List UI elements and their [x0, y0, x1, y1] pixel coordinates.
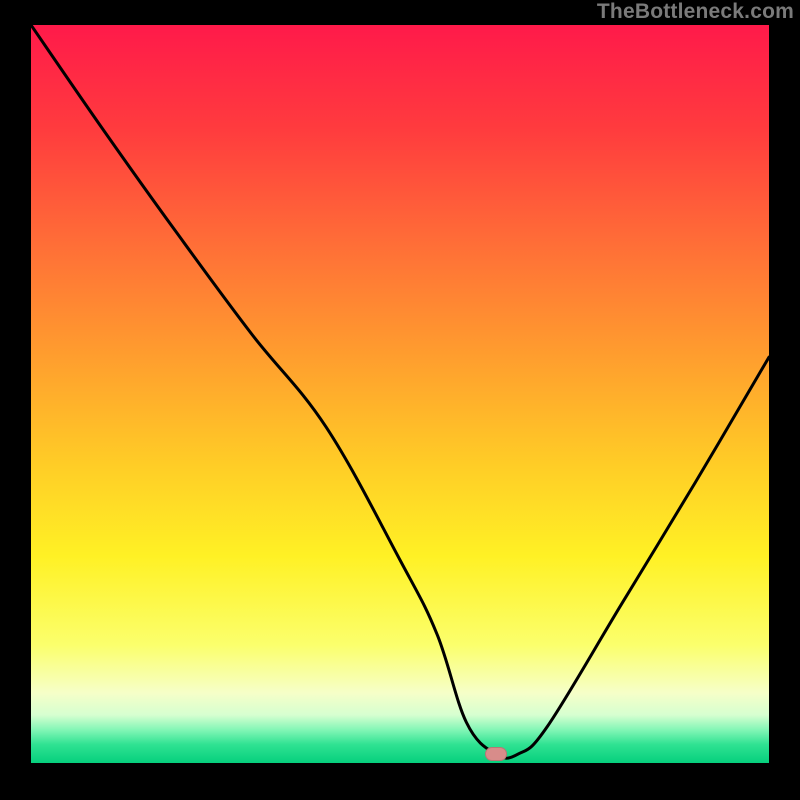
plot-area: [31, 25, 769, 763]
attribution-text: TheBottleneck.com: [597, 0, 794, 24]
optimal-marker: [485, 747, 507, 761]
bottleneck-curve: [31, 25, 769, 758]
curve-svg: [31, 25, 769, 763]
